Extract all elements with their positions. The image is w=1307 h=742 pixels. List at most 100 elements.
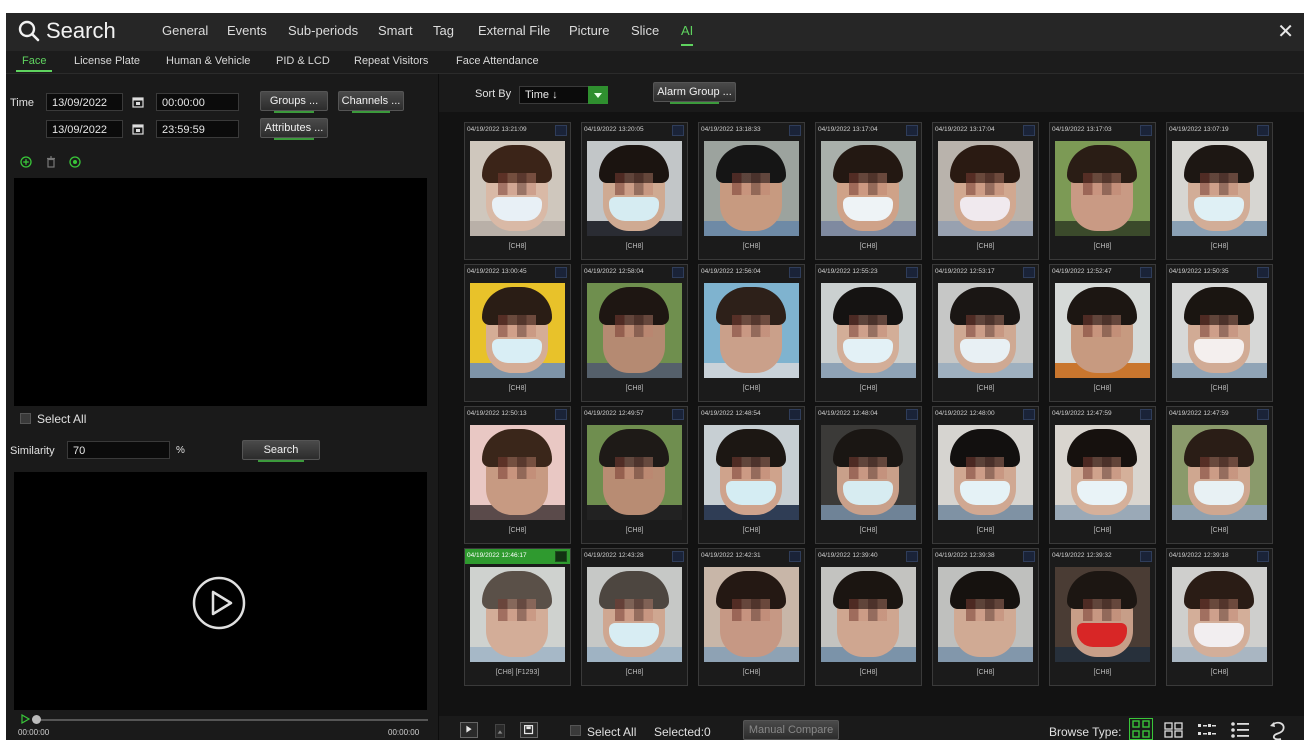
face-result-card[interactable]: 04/19/2022 12:52:47 [CH8] (1049, 264, 1156, 402)
grid-large-view-icon[interactable] (1129, 718, 1153, 740)
channels-button[interactable]: Channels ... (338, 91, 404, 113)
face-result-card[interactable]: 04/19/2022 13:17:04 [CH8] (932, 122, 1039, 260)
face-result-card[interactable]: 04/19/2022 12:39:18 [CH8] (1166, 548, 1273, 686)
face-result-card[interactable]: 04/19/2022 12:47:59 [CH8] (1049, 406, 1156, 544)
groups-button[interactable]: Groups ... (260, 91, 328, 113)
card-checkbox[interactable] (789, 409, 801, 420)
scroll-toggle[interactable] (495, 724, 505, 738)
tab-general[interactable]: General (162, 23, 208, 38)
similarity-input[interactable]: 70 (67, 441, 170, 459)
face-result-card[interactable]: 04/19/2022 12:42:31 [CH8] (698, 548, 805, 686)
card-checkbox[interactable] (1023, 409, 1035, 420)
tab-ai[interactable]: AI (681, 23, 694, 46)
select-all-results-checkbox[interactable] (570, 725, 581, 736)
import-icon[interactable] (69, 156, 81, 168)
face-result-card[interactable]: 04/19/2022 12:49:57 [CH8] (581, 406, 688, 544)
card-checkbox[interactable] (1023, 125, 1035, 136)
card-checkbox[interactable] (1257, 409, 1269, 420)
card-checkbox[interactable] (1023, 267, 1035, 278)
card-checkbox[interactable] (906, 409, 918, 420)
card-checkbox[interactable] (555, 125, 567, 136)
manual-compare-button[interactable]: Manual Compare (743, 720, 839, 740)
end-time-field[interactable]: 23:59:59 (156, 120, 239, 138)
face-result-card[interactable]: 04/19/2022 13:18:33 [CH8] (698, 122, 805, 260)
tab-sub-periods[interactable]: Sub-periods (288, 23, 358, 38)
delete-icon[interactable] (45, 156, 57, 168)
card-checkbox[interactable] (672, 267, 684, 278)
chevron-down-icon[interactable] (588, 86, 608, 104)
calendar-icon[interactable] (132, 96, 144, 108)
card-checkbox[interactable] (906, 267, 918, 278)
face-result-card[interactable]: 04/19/2022 13:17:04 [CH8] (815, 122, 922, 260)
face-result-card[interactable]: 04/19/2022 12:39:32 [CH8] (1049, 548, 1156, 686)
card-checkbox[interactable] (672, 551, 684, 562)
seek-bar[interactable] (36, 719, 428, 721)
start-date-field[interactable]: 13/09/2022 (46, 93, 123, 111)
grid-small-view-icon[interactable] (1164, 721, 1184, 739)
face-result-card[interactable]: 04/19/2022 12:56:04 [CH8] (698, 264, 805, 402)
subtab-human-vehicle[interactable]: Human & Vehicle (166, 55, 250, 67)
card-checkbox[interactable] (789, 267, 801, 278)
search-button[interactable]: Search (242, 440, 320, 462)
face-result-card[interactable]: 04/19/2022 13:00:45 [CH8] (464, 264, 571, 402)
face-result-card[interactable]: 04/19/2022 13:07:19 [CH8] (1166, 122, 1273, 260)
play-small-icon[interactable] (20, 714, 30, 724)
detail-view-icon[interactable] (1197, 721, 1217, 739)
export-icon[interactable] (520, 722, 538, 738)
face-result-card[interactable]: 04/19/2022 12:55:23 [CH8] (815, 264, 922, 402)
playback-icon[interactable] (460, 722, 478, 738)
card-checkbox[interactable] (1140, 125, 1152, 136)
attributes-button[interactable]: Attributes ... (260, 118, 328, 140)
start-time-field[interactable]: 00:00:00 (156, 93, 239, 111)
card-checkbox[interactable] (1257, 267, 1269, 278)
card-checkbox[interactable] (1023, 551, 1035, 562)
add-icon[interactable] (20, 156, 32, 168)
face-result-card[interactable]: 04/19/2022 12:47:59 [CH8] (1166, 406, 1273, 544)
subtab-face[interactable]: Face (15, 55, 54, 72)
face-result-card[interactable]: 04/19/2022 12:50:35 [CH8] (1166, 264, 1273, 402)
tab-smart[interactable]: Smart (378, 23, 413, 38)
subtab-pid-lcd[interactable]: PID & LCD (276, 55, 330, 67)
face-result-card[interactable]: 04/19/2022 12:39:40 [CH8] (815, 548, 922, 686)
seek-handle[interactable] (32, 715, 41, 724)
card-checkbox[interactable] (672, 125, 684, 136)
card-checkbox[interactable] (555, 267, 567, 278)
card-checkbox[interactable] (1140, 409, 1152, 420)
face-result-card[interactable]: 04/19/2022 12:53:17 [CH8] (932, 264, 1039, 402)
face-result-card[interactable]: 04/19/2022 12:48:00 [CH8] (932, 406, 1039, 544)
tab-events[interactable]: Events (227, 23, 267, 38)
alarm-group-button[interactable]: Alarm Group ... (653, 82, 736, 104)
face-result-card[interactable]: 04/19/2022 12:48:54 [CH8] (698, 406, 805, 544)
play-icon[interactable] (191, 575, 247, 631)
sort-select[interactable]: Time ↓ (519, 86, 589, 104)
card-checkbox[interactable] (672, 409, 684, 420)
end-date-field[interactable]: 13/09/2022 (46, 120, 123, 138)
subtab-repeat-visitors[interactable]: Repeat Visitors (354, 55, 428, 67)
tab-external-file[interactable]: External File (478, 23, 550, 38)
card-checkbox[interactable] (1257, 551, 1269, 562)
card-checkbox[interactable] (1140, 551, 1152, 562)
face-result-card[interactable]: 04/19/2022 12:39:38 [CH8] (932, 548, 1039, 686)
back-icon[interactable] (1266, 721, 1288, 740)
face-result-card[interactable]: 04/19/2022 13:20:05 [CH8] (581, 122, 688, 260)
list-view-icon[interactable] (1230, 721, 1250, 739)
calendar-icon[interactable] (132, 123, 144, 135)
subtab-face-attendance[interactable]: Face Attendance (456, 55, 539, 67)
face-result-card[interactable]: 04/19/2022 12:58:04 [CH8] (581, 264, 688, 402)
close-icon[interactable]: ✕ (1277, 19, 1294, 44)
face-result-card[interactable]: 04/19/2022 12:50:13 [CH8] (464, 406, 571, 544)
select-all-checkbox[interactable] (20, 413, 31, 424)
face-result-card[interactable]: 04/19/2022 12:43:28 [CH8] (581, 548, 688, 686)
card-checkbox[interactable] (789, 551, 801, 562)
face-result-card[interactable]: 04/19/2022 12:46:17 [CH8] [F1293] (464, 548, 571, 686)
card-checkbox[interactable] (555, 409, 567, 420)
subtab-license-plate[interactable]: License Plate (74, 55, 140, 67)
card-checkbox[interactable] (555, 551, 567, 562)
card-checkbox[interactable] (1140, 267, 1152, 278)
tab-picture[interactable]: Picture (569, 23, 609, 38)
face-result-card[interactable]: 04/19/2022 12:48:04 [CH8] (815, 406, 922, 544)
tab-slice[interactable]: Slice (631, 23, 659, 38)
card-checkbox[interactable] (1257, 125, 1269, 136)
face-result-card[interactable]: 04/19/2022 13:17:03 [CH8] (1049, 122, 1156, 260)
face-result-card[interactable]: 04/19/2022 13:21:09 [CH8] (464, 122, 571, 260)
